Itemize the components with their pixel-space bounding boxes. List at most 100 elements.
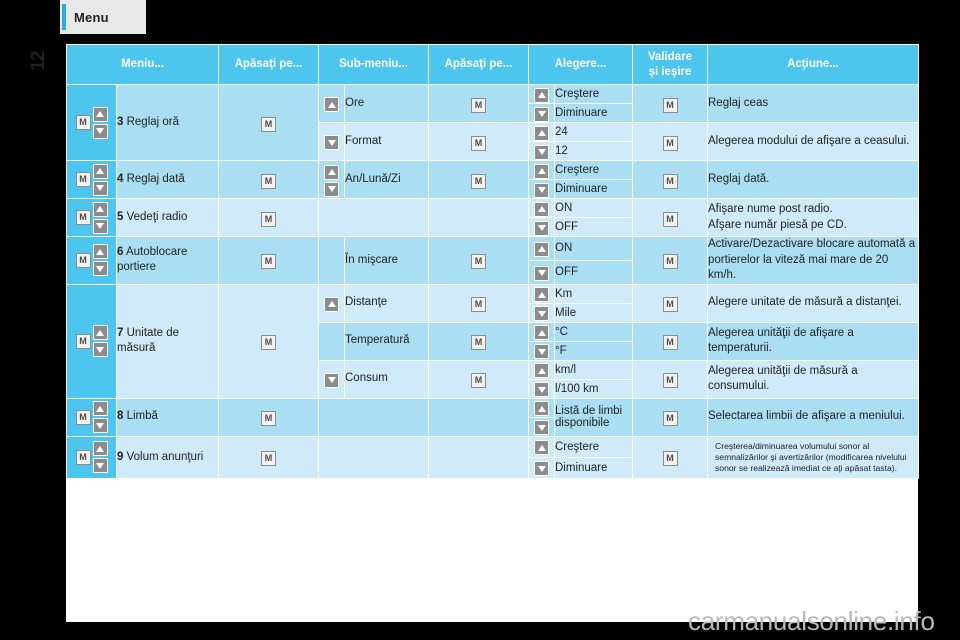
table-body: M 3 Reglaj oră M Ore M Creştere M Reglaj ceas Di… [66, 84, 919, 480]
validate-m-key-icon[interactable]: M [662, 335, 678, 351]
arrow-down-icon[interactable] [92, 261, 108, 277]
menu-key-icon[interactable]: M [75, 115, 91, 130]
submenu-arrow-up-icon[interactable] [324, 164, 339, 180]
choice-arrow-up-icon[interactable] [534, 363, 549, 379]
press2-key-cell: M [428, 84, 529, 123]
choice-arrow-up-icon[interactable] [534, 125, 549, 141]
choice-arrow-up-icon[interactable] [534, 241, 549, 257]
arrow-down-icon[interactable] [92, 218, 108, 234]
arrow-up-icon[interactable] [92, 441, 108, 457]
arrow-up-icon[interactable] [92, 106, 108, 122]
menu-key-icon[interactable]: M [75, 172, 91, 187]
submenu-label-cell: An/Lună/Zi [344, 160, 429, 199]
press2-m-key-icon[interactable]: M [471, 373, 486, 389]
submenu-arrow-up-icon[interactable] [324, 97, 339, 112]
validate-m-key-icon[interactable]: M [662, 411, 678, 427]
menu-name-cell: 7 Unitate de măsură [116, 283, 219, 399]
press-m-key-icon[interactable]: M [261, 254, 276, 270]
validate-m-key-icon[interactable]: M [662, 173, 678, 189]
action-cell: Alegerea modului de afişare a ceasului. [707, 122, 919, 161]
validate-key-cell: M [632, 122, 708, 161]
validate-key-cell: M [632, 435, 708, 480]
choice-arrow-down-icon[interactable] [534, 461, 549, 477]
press2-key-cell: M [428, 160, 529, 199]
menu-label: Reglaj oră [126, 115, 180, 128]
submenu-arrow-down-icon[interactable] [324, 181, 339, 197]
press2-m-key-icon[interactable]: M [471, 97, 486, 113]
arrow-down-icon[interactable] [92, 458, 108, 474]
menu-key-icon[interactable]: M [75, 449, 91, 465]
choice-arrow-down-icon[interactable] [534, 420, 549, 436]
arrow-up-icon[interactable] [92, 201, 108, 217]
action-cell: Selectarea limbii de afişare a meniului. [707, 397, 919, 437]
submenu-arrow-down-icon[interactable] [324, 135, 339, 150]
validate-m-key-icon[interactable]: M [662, 451, 678, 467]
choice-arrow-up-icon[interactable] [534, 201, 549, 217]
choice-label-cell: Diminuare [554, 179, 633, 199]
choice-arrow-down-icon[interactable] [534, 306, 549, 322]
choice-arrow-down-icon[interactable] [534, 344, 549, 360]
choice-arrow-down-icon[interactable] [534, 220, 549, 236]
menu-key-icon[interactable]: M [75, 333, 91, 349]
arrow-up-icon[interactable] [92, 325, 108, 341]
menu-name-cell: 4 Reglaj dată [116, 160, 219, 199]
menu-key-icon[interactable]: M [75, 252, 91, 268]
menu-label: Volum anunţuri [126, 450, 204, 463]
menu-key-icon[interactable]: M [75, 210, 91, 225]
menu-label: Unitate de măsură [117, 326, 180, 355]
arrow-up-icon[interactable] [92, 244, 108, 260]
press-key-cell: M [218, 283, 319, 399]
choice-label-cell: Km [554, 283, 633, 304]
submenu-label-cell: Consum [344, 359, 429, 399]
validate-m-key-icon[interactable]: M [662, 373, 678, 389]
menu-key-icon[interactable]: M [75, 409, 91, 425]
validate-m-key-icon[interactable]: M [662, 297, 678, 313]
arrow-up-icon[interactable] [92, 163, 108, 179]
arrow-down-icon[interactable] [92, 123, 108, 139]
arrow-up-icon[interactable] [92, 401, 108, 417]
press2-m-key-icon[interactable]: M [471, 173, 486, 189]
validate-m-key-icon[interactable]: M [662, 254, 678, 270]
press2-m-key-icon[interactable]: M [471, 135, 486, 151]
submenu-arrow-down-icon[interactable] [324, 372, 339, 388]
choice-arrow-up-icon[interactable] [534, 401, 549, 417]
choice-arrow-down-icon[interactable] [534, 265, 549, 281]
choice-arrow-up-icon[interactable] [534, 440, 549, 456]
choice-arrow-cell [528, 283, 555, 304]
submenu-empty-cell [318, 397, 429, 437]
press-m-key-icon[interactable]: M [261, 173, 276, 189]
choice-arrow-up-icon[interactable] [534, 87, 549, 103]
submenu-arrow-cell [318, 160, 345, 199]
submenu-arrow-up-icon[interactable] [324, 296, 339, 312]
validate-m-key-icon[interactable]: M [662, 211, 678, 227]
press2-m-key-icon[interactable]: M [471, 254, 486, 270]
choice-label-cell: OFF [554, 217, 633, 237]
validate-key-cell: M [632, 160, 708, 199]
choice-arrow-down-icon[interactable] [534, 144, 549, 160]
arrow-down-icon[interactable] [92, 418, 108, 434]
validate-key-cell: M [632, 321, 708, 361]
validate-m-key-icon[interactable]: M [662, 135, 678, 151]
press-m-key-icon[interactable]: M [261, 411, 276, 427]
press2-empty-cell [428, 198, 529, 237]
press2-m-key-icon[interactable]: M [471, 335, 486, 351]
press-m-key-icon[interactable]: M [261, 451, 276, 467]
arrow-down-icon[interactable] [92, 342, 108, 358]
arrow-down-icon[interactable] [92, 180, 108, 196]
choice-arrow-up-icon[interactable] [534, 287, 549, 303]
nav-key-group: M [75, 325, 108, 358]
press-m-key-icon[interactable]: M [261, 335, 276, 351]
press-m-key-icon[interactable]: M [261, 211, 276, 227]
choice-label-cell: 24 [554, 122, 633, 142]
choice-arrow-down-icon[interactable] [534, 106, 549, 122]
press-m-key-icon[interactable]: M [261, 116, 276, 132]
validate-m-key-icon[interactable]: M [662, 97, 678, 113]
choice-arrow-up-icon[interactable] [534, 163, 549, 179]
choice-label-cell: km/l [554, 359, 633, 380]
menu-name-cell: 5 Vedeţi radio [116, 198, 219, 237]
choice-arrow-down-icon[interactable] [534, 382, 549, 398]
choice-arrow-down-icon[interactable] [534, 182, 549, 198]
col-header-apasati-2: Apăsaţi pe... [428, 44, 529, 85]
choice-arrow-up-icon[interactable] [534, 325, 549, 341]
press2-m-key-icon[interactable]: M [471, 297, 486, 313]
